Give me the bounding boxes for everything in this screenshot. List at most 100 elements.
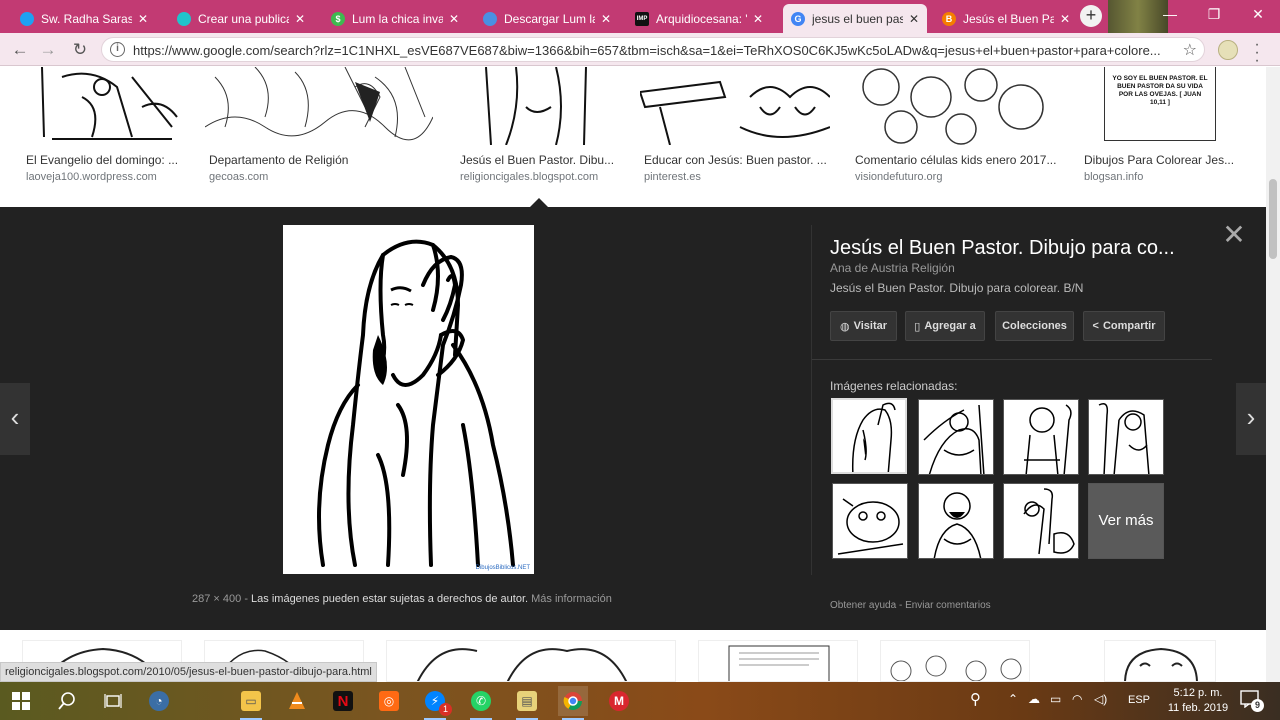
related-image-1[interactable] [831,398,907,474]
next-image-button[interactable]: › [1236,383,1266,455]
people-icon[interactable]: ⚲ [970,690,981,708]
related-image-4[interactable] [1088,399,1164,475]
browser-tab[interactable]: B Jesús el Buen Past ✕ [934,4,1078,33]
globe-icon: ◍ [839,320,850,333]
preview-title[interactable]: Jesús el Buen Pastor. Dibujo para co... [830,237,1200,260]
show-hidden-icons[interactable]: ⌃ [1008,692,1018,706]
result-thumbnail[interactable] [1104,640,1216,682]
close-preview-icon[interactable]: ✕ [1220,221,1248,249]
tab-title: jesus el buen pasto [812,11,903,26]
new-tab-button[interactable]: + [1080,5,1102,27]
chrome-icon[interactable] [558,686,588,720]
search-icon[interactable] [52,686,82,716]
browser-tab[interactable]: Descargar Lum la ✕ [475,4,619,33]
image-search-page: El Evangelio del domingo: ... laoveja100… [0,67,1266,682]
close-window-button[interactable]: ✕ [1236,0,1280,28]
preview-main-image[interactable]: DibujosBiblicos.NET [283,225,534,574]
previous-image-button[interactable]: ‹ [0,383,30,455]
notes-app-icon[interactable]: ▤ [512,686,542,720]
collections-button[interactable]: Colecciones [995,311,1074,341]
close-tab-icon[interactable]: ✕ [1060,12,1070,26]
copyright-notice: Las imágenes pueden estar sujetas a dere… [251,593,529,605]
chrome-menu-icon[interactable]: · · · [1252,37,1262,69]
clock-time: 5:12 p. m. [1173,687,1223,699]
result-thumbnail[interactable] [22,67,184,145]
image-info-line: 287 × 400 - Las imágenes pueden estar su… [192,593,612,605]
browser-tab[interactable]: $ Lum la chica invas ✕ [323,4,467,33]
volume-icon[interactable]: ◁) [1094,692,1107,706]
result-thumbnail[interactable] [851,67,1056,145]
related-image-6[interactable] [918,483,994,559]
url-text[interactable]: https://www.google.com/search?rlz=1C1NHX… [133,43,1163,58]
profile-avatar[interactable] [1218,40,1238,60]
address-bar[interactable]: i https://www.google.com/search?rlz=1C1N… [101,37,1205,62]
result-caption[interactable]: Jesús el Buen Pastor. Dibu... [460,153,614,167]
result-caption[interactable]: Departamento de Religión [209,153,348,167]
forward-icon[interactable]: → [36,38,60,62]
pinned-app-icon[interactable]: ◔ [144,686,174,716]
network-icon[interactable]: ◠ [1072,692,1082,706]
browser-tab[interactable]: Gjesus el buen pasto ✕ [783,4,927,33]
close-tab-icon[interactable]: ✕ [449,12,459,26]
site-info-icon[interactable]: i [110,42,125,57]
tab-title: Lum la chica invas [352,11,443,26]
result-caption[interactable]: Comentario células kids enero 2017... [855,153,1056,167]
browser-tab[interactable]: Sw. Radha Sarasw ✕ [12,4,156,33]
mega-icon[interactable]: M [604,686,634,716]
visit-button[interactable]: ◍ Visitar [830,311,897,341]
result-thumbnail[interactable]: YO SOY EL BUEN PASTOR. EL BUEN PASTOR DA… [1080,67,1240,145]
messenger-icon[interactable]: ⚡ 1 [420,686,452,720]
result-thumbnail[interactable] [640,67,830,145]
help-link[interactable]: Obtener ayuda [830,600,896,611]
close-tab-icon[interactable]: ✕ [753,12,763,26]
result-thumbnail[interactable] [698,640,858,682]
minimize-button[interactable]: — [1148,0,1192,28]
related-image-7[interactable] [1003,483,1079,559]
twitter-icon [20,11,34,26]
result-caption[interactable]: El Evangelio del domingo: ... [26,153,178,167]
task-view-icon[interactable] [98,686,128,716]
imp-icon: IMP [635,11,649,26]
restore-button[interactable]: ❐ [1192,0,1236,28]
reload-icon[interactable]: ↻ [68,38,92,62]
more-info-link[interactable]: Más información [531,593,612,605]
close-tab-icon[interactable]: ✕ [138,12,148,26]
save-to-button[interactable]: ▯ Agregar a [905,311,985,341]
share-icon: < [1092,320,1099,332]
back-icon[interactable]: ← [8,38,32,62]
bookmark-star-icon[interactable]: ☆ [1183,40,1197,60]
vlc-icon[interactable] [282,686,312,716]
share-button[interactable]: < Compartir [1083,311,1165,341]
browser-tab[interactable]: Crear una publicac ✕ [169,4,313,33]
verse-text: YO SOY EL BUEN PASTOR. EL BUEN PASTOR DA… [1104,67,1216,141]
related-image-3[interactable] [1003,399,1079,475]
related-image-5[interactable] [832,483,908,559]
result-thumbnail[interactable] [880,640,1030,682]
file-explorer-icon[interactable]: ▭ [236,686,266,720]
see-more-related-button[interactable]: Ver más [1088,483,1164,559]
system-clock[interactable]: 5:12 p. m. 11 feb. 2019 [1166,686,1230,716]
status-link-preview: religioncigales.blogspot.com/2010/05/jes… [0,662,377,682]
windows-start-icon[interactable] [6,686,36,716]
browser-tab[interactable]: IMP Arquidiocesana: "J ✕ [627,4,771,33]
result-thumbnail[interactable] [456,67,618,145]
image-preview-panel: ‹ › ✕ DibujosBiblicos.NET 287 × 400 - La… [0,198,1266,630]
whatsapp-icon[interactable]: ✆ [466,686,496,720]
close-tab-icon[interactable]: ✕ [295,12,305,26]
notification-center-icon[interactable]: 9 [1240,690,1264,712]
scrollbar-thumb[interactable] [1269,179,1277,259]
feedback-link[interactable]: Enviar comentarios [905,600,991,611]
orange-app-icon[interactable]: ◎ [374,686,404,716]
related-image-2[interactable] [918,399,994,475]
close-tab-icon[interactable]: ✕ [601,12,611,26]
result-thumbnail[interactable] [205,67,433,145]
result-caption[interactable]: Dibujos Para Colorear Jes... [1084,153,1234,167]
battery-icon[interactable]: ▭ [1050,692,1061,706]
close-tab-icon[interactable]: ✕ [909,12,919,26]
onedrive-icon[interactable]: ☁ [1028,692,1040,706]
netflix-icon[interactable]: N [328,686,358,716]
page-scrollbar[interactable] [1266,67,1280,682]
language-indicator[interactable]: ESP [1128,694,1150,706]
result-thumbnail[interactable] [386,640,676,682]
result-caption[interactable]: Educar con Jesús: Buen pastor. ... [644,153,827,167]
